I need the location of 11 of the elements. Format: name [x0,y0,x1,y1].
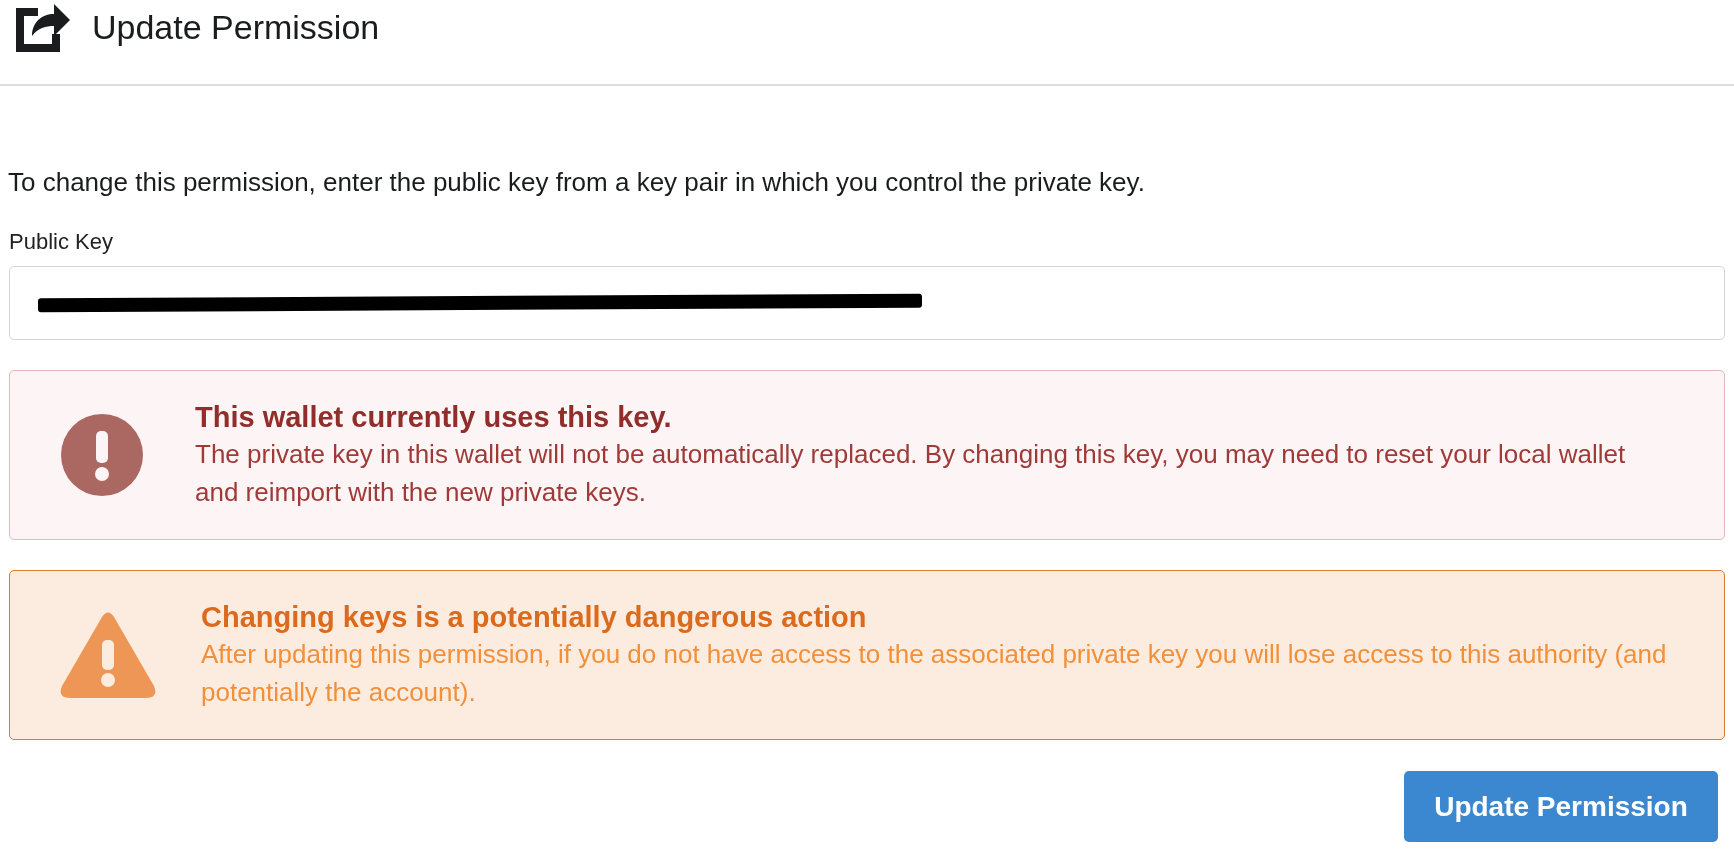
message-text: After updating this permission, if you do not have access to the associated private key you will lose access to this authority (and potentially the account). [201,638,1668,709]
input-field[interactable] [9,266,1725,340]
warning-triangle-icon [60,612,156,698]
field-label: Public Key [9,228,113,256]
update-permission-button[interactable]: Update Permission [1404,771,1718,842]
message-title: Changing keys is a potentially dangerous action [201,600,868,635]
page-title: Update Permission [92,10,380,44]
exclamation-circle-icon [61,414,143,496]
message-title: This wallet currently uses this key. [195,400,673,435]
message-text: The private key in this wallet will not be automatically replaced. By changing this key, you may need to reset your local wallet and reimport with the new private keys. [195,438,1627,509]
instruction-text: To change this permission, enter the public key from a key pair in which you control the private key. [8,166,1146,198]
